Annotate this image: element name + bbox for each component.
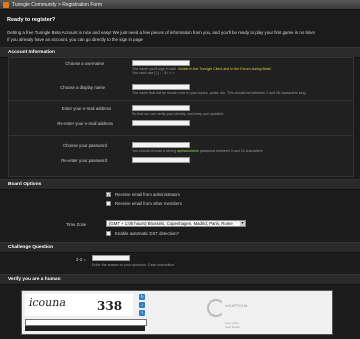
- recaptcha-label: reCAPTCHA: [225, 303, 248, 308]
- help-icon[interactable]: ?: [139, 310, 145, 316]
- password-confirm-label: Re-enter your password: [61, 158, 107, 163]
- password-input[interactable]: [132, 142, 190, 148]
- intro-line-1: Getting a free Tunngle Beta Account is n…: [7, 30, 316, 35]
- section-challenge: Challenge Question: [0, 242, 360, 253]
- recaptcha-widget: icouna 338 ↻ ♪ ? reCAPTCHA stop spam. re…: [21, 290, 333, 335]
- email-input[interactable]: [132, 105, 190, 111]
- refresh-icon[interactable]: ↻: [139, 294, 145, 300]
- display-name-input[interactable]: [132, 84, 190, 90]
- account-panel: Choose a username The name you'll sign i…: [8, 57, 354, 177]
- admin-email-checkbox[interactable]: [106, 192, 111, 198]
- section-board: Board Options: [0, 179, 360, 190]
- dst-label: Enable automatic DST detection?: [115, 231, 179, 236]
- captcha-bar: [25, 326, 145, 331]
- recaptcha-tagline: stop spam. read books.: [225, 321, 241, 329]
- window-title: Tunngle Community > Registration Form: [12, 1, 102, 8]
- password-label: Choose your password: [63, 143, 107, 148]
- username-input[interactable]: [132, 60, 190, 66]
- section-title: Verify you are a human: [8, 277, 61, 282]
- section-human: Verify you are a human: [0, 274, 360, 285]
- member-email-checkbox[interactable]: [106, 201, 111, 206]
- recaptcha-logo-icon: [207, 299, 225, 317]
- username-label: Choose a username: [65, 61, 104, 66]
- challenge-hint: Enter the answer to your question. Case-…: [92, 263, 175, 267]
- password-confirm-input[interactable]: [132, 157, 190, 163]
- section-title: Board Options: [8, 182, 42, 187]
- timezone-select[interactable]: (GMT + 1:00 hours) Brussels, Copenhagen,…: [106, 220, 246, 227]
- timezone-label: Time Zone: [66, 222, 87, 227]
- member-email-label: Receive email from other members: [115, 201, 182, 206]
- dst-checkbox[interactable]: [106, 231, 111, 236]
- page-heading: Ready to register?: [7, 17, 56, 23]
- window-titlebar: Tunngle Community > Registration Form: [0, 0, 360, 10]
- audio-icon[interactable]: ♪: [139, 302, 145, 308]
- captcha-word-1: icouna: [27, 296, 68, 309]
- intro-text: Getting a free Tunngle Beta Account is n…: [7, 29, 357, 43]
- section-title: Challenge Question: [8, 245, 54, 250]
- divider: [9, 135, 353, 136]
- captcha-response-input[interactable]: [25, 319, 147, 326]
- admin-email-label: Receive email from administrators: [115, 192, 180, 197]
- email-hint: So that we can verify your identity, and…: [132, 112, 225, 116]
- username-hint-chars: You can't use [ ] | ; , $ \ < >: [132, 71, 175, 75]
- tunngle-logo-icon: [3, 1, 9, 8]
- timezone-value: (GMT + 1:00 hours) Brussels, Copenhagen,…: [109, 221, 233, 226]
- email-confirm-label: Re-enter your e-mail address: [57, 121, 113, 126]
- challenge-answer-input[interactable]: [92, 255, 130, 261]
- chevron-down-icon[interactable]: ▼: [240, 221, 245, 226]
- challenge-question: 2-2 =: [76, 257, 86, 262]
- captcha-word-2: 338: [97, 299, 123, 313]
- display-name-label: Choose a display name: [60, 85, 105, 90]
- captcha-image: icouna 338: [25, 294, 133, 316]
- divider: [9, 100, 353, 101]
- password-hint: You should choose a strong alphanumeric …: [132, 149, 263, 153]
- intro-line-2: If you already have an account, you can …: [7, 37, 143, 42]
- email-label: Enter your e-mail address: [61, 106, 111, 111]
- display-name-hint: The name that will be shown next to your…: [132, 91, 307, 95]
- section-title: Account Information: [8, 50, 55, 55]
- email-confirm-input[interactable]: [132, 120, 190, 126]
